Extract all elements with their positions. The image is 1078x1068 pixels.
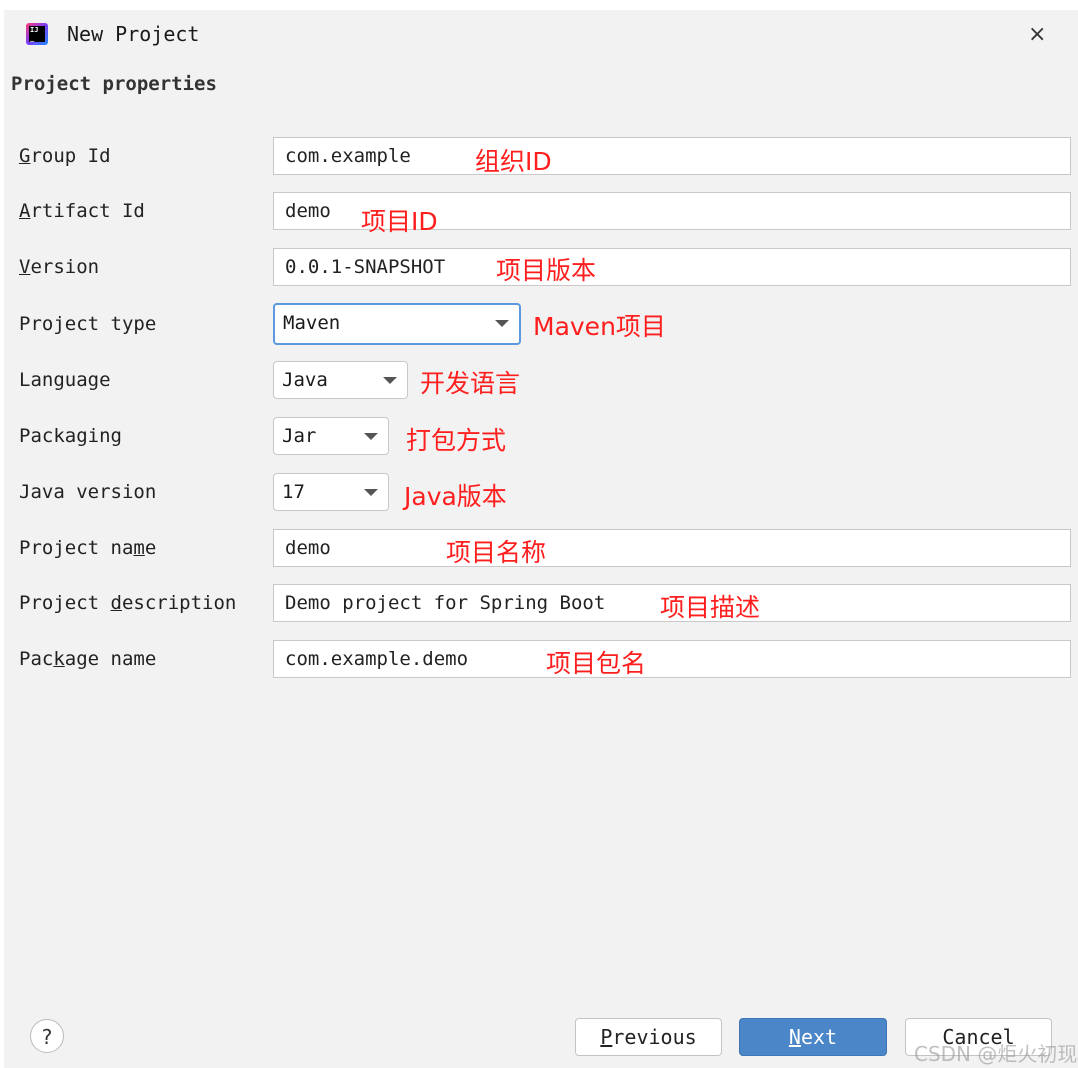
- package-name-note: 项目包名: [546, 649, 647, 678]
- java-version-dropdown[interactable]: 17: [273, 473, 389, 511]
- chevron-down-icon: [383, 377, 397, 384]
- next-button[interactable]: Next: [739, 1018, 887, 1056]
- group-id-input[interactable]: com.example: [273, 137, 1071, 175]
- project-description-note: 项目描述: [660, 593, 761, 622]
- window-title: New Project: [67, 22, 200, 46]
- language-value: Java: [282, 369, 328, 391]
- group-id-note: 组织ID: [475, 147, 552, 176]
- version-label: Version: [19, 256, 100, 278]
- packaging-dropdown[interactable]: Jar: [273, 417, 389, 455]
- package-name-label: Package name: [19, 648, 157, 670]
- language-dropdown[interactable]: Java: [273, 361, 408, 399]
- java-version-note: Java版本: [404, 482, 507, 511]
- project-description-label: Project description: [19, 592, 237, 614]
- project-type-note: Maven项目: [533, 312, 666, 341]
- project-type-label: Project type: [19, 313, 157, 335]
- version-note: 项目版本: [496, 256, 597, 285]
- chevron-down-icon: [364, 433, 378, 440]
- project-name-input[interactable]: demo: [273, 529, 1071, 567]
- version-input[interactable]: 0.0.1-SNAPSHOT: [273, 248, 1071, 286]
- language-label: Language: [19, 369, 111, 391]
- help-button[interactable]: ?: [30, 1019, 64, 1053]
- group-id-label: Group Id: [19, 145, 111, 167]
- packaging-value: Jar: [282, 425, 317, 447]
- intellij-logo-icon: IJ _: [26, 23, 48, 45]
- section-title: Project properties: [11, 73, 217, 95]
- language-note: 开发语言: [420, 369, 521, 398]
- java-version-value: 17: [282, 481, 305, 503]
- artifact-id-note: 项目ID: [361, 207, 438, 236]
- project-type-value: Maven: [283, 312, 341, 334]
- close-icon[interactable]: ×: [1028, 22, 1046, 47]
- watermark: CSDN @炬火初现: [914, 1042, 1078, 1066]
- chevron-down-icon: [495, 320, 509, 327]
- project-type-dropdown[interactable]: Maven: [273, 303, 521, 345]
- previous-button[interactable]: Previous: [575, 1018, 722, 1056]
- java-version-label: Java version: [19, 481, 157, 503]
- project-name-note: 项目名称: [446, 538, 547, 567]
- packaging-label: Packaging: [19, 425, 122, 447]
- chevron-down-icon: [364, 489, 378, 496]
- package-name-input[interactable]: com.example.demo: [273, 640, 1071, 678]
- artifact-id-label: Artifact Id: [19, 200, 145, 222]
- packaging-note: 打包方式: [406, 426, 507, 455]
- project-name-label: Project name: [19, 537, 157, 559]
